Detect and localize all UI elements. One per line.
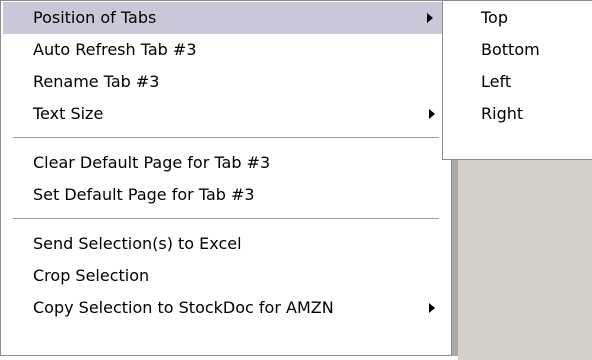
menu-item-label: Position of Tabs bbox=[33, 8, 157, 27]
submenu-item-top[interactable]: Top bbox=[443, 2, 592, 34]
menu-item-label: Send Selection(s) to Excel bbox=[33, 234, 242, 253]
submenu-item-right[interactable]: Right bbox=[443, 98, 592, 130]
context-menu: Position of Tabs Auto Refresh Tab #3 Ren… bbox=[0, 0, 452, 356]
submenu-item-label: Right bbox=[481, 104, 524, 123]
menu-item-label: Rename Tab #3 bbox=[33, 72, 160, 91]
submenu-item-left[interactable]: Left bbox=[443, 66, 592, 98]
menu-item-crop-selection[interactable]: Crop Selection bbox=[1, 260, 451, 292]
submenu-item-label: Bottom bbox=[481, 40, 540, 59]
menu-item-set-default-page[interactable]: Set Default Page for Tab #3 bbox=[1, 179, 451, 211]
menu-item-text-size[interactable]: Text Size bbox=[1, 98, 451, 130]
menu-item-label: Set Default Page for Tab #3 bbox=[33, 185, 255, 204]
menu-item-label: Copy Selection to StockDoc for AMZN bbox=[33, 298, 334, 317]
menu-item-label: Auto Refresh Tab #3 bbox=[33, 40, 197, 59]
menu-item-rename-tab[interactable]: Rename Tab #3 bbox=[1, 66, 451, 98]
submenu-arrow-icon bbox=[429, 98, 435, 130]
submenu-item-bottom[interactable]: Bottom bbox=[443, 34, 592, 66]
menu-item-position-of-tabs[interactable]: Position of Tabs bbox=[3, 2, 449, 34]
submenu-item-label: Left bbox=[481, 72, 512, 91]
submenu-arrow-icon bbox=[429, 292, 435, 324]
menu-separator bbox=[13, 137, 439, 141]
background-area bbox=[458, 160, 592, 360]
submenu-item-label: Top bbox=[481, 8, 508, 27]
submenu-arrow-icon bbox=[427, 2, 433, 34]
menu-item-label: Crop Selection bbox=[33, 266, 150, 285]
menu-item-copy-to-stockdoc[interactable]: Copy Selection to StockDoc for AMZN bbox=[1, 292, 451, 324]
menu-separator bbox=[13, 218, 439, 222]
menu-item-label: Clear Default Page for Tab #3 bbox=[33, 153, 271, 172]
menu-item-label: Text Size bbox=[33, 104, 104, 123]
menu-item-clear-default-page[interactable]: Clear Default Page for Tab #3 bbox=[1, 147, 451, 179]
tab-position-submenu: Top Bottom Left Right bbox=[442, 0, 592, 160]
menu-item-send-to-excel[interactable]: Send Selection(s) to Excel bbox=[1, 228, 451, 260]
menu-item-auto-refresh[interactable]: Auto Refresh Tab #3 bbox=[1, 34, 451, 66]
